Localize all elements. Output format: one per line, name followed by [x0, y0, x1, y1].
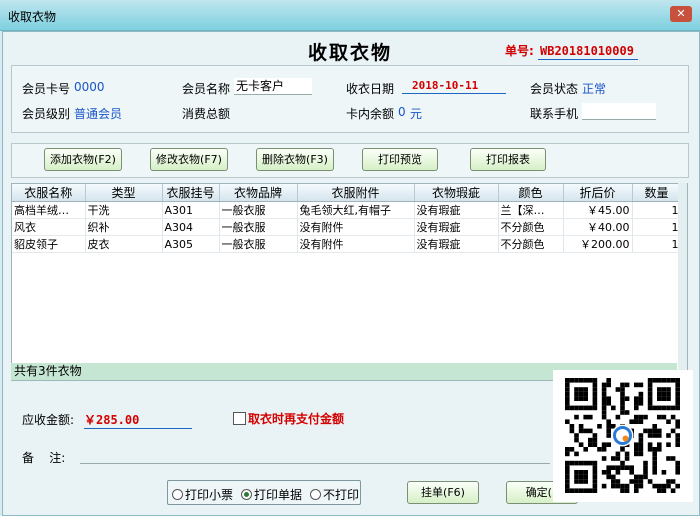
radio-selected-icon — [241, 489, 252, 500]
column-header[interactable]: 折后价 — [563, 184, 633, 202]
table-row[interactable]: 风衣 织补 A304 一般衣服 没有附件 没有瑕疵 不分颜色 ￥40.00 1 — [12, 218, 678, 236]
balance-value: 0 — [398, 105, 406, 119]
pickup-date-label: 收衣日期 — [346, 82, 395, 96]
table-body: 高档羊绒… 干洗 A301 一般衣服 兔毛领大红,有帽子 没有瑕疵 兰【深… ￥45.00 1 风… — [12, 201, 678, 253]
member-info-panel — [11, 65, 689, 133]
table-cell: 兰【深… — [498, 201, 564, 219]
amount-value: ￥285.00 — [84, 411, 192, 429]
member-name-label: 会员名称 — [182, 82, 231, 96]
table-row[interactable]: 貂皮领子 皮衣 A305 一般衣服 没有附件 没有瑕疵 不分颜色 ￥200.00 1 — [12, 235, 678, 253]
table-cell: A301 — [162, 201, 220, 219]
table-cell: 没有附件 — [297, 218, 415, 236]
table-cell: 皮衣 — [85, 235, 163, 253]
table-cell: 一般衣服 — [219, 235, 298, 253]
column-header[interactable]: 衣服挂号 — [162, 184, 220, 202]
table-cell: 不分颜色 — [498, 235, 564, 253]
member-status-label: 会员状态 — [530, 82, 579, 96]
balance-unit: 元 — [410, 107, 423, 121]
radio-label: 不打印 — [323, 488, 360, 502]
radio-icon — [310, 489, 321, 500]
add-item-button[interactable]: 添加衣物(F2) — [44, 148, 122, 171]
column-header[interactable]: 衣物品牌 — [219, 184, 298, 202]
hang-order-button[interactable]: 挂单(F6) — [407, 481, 479, 504]
table-cell: 兔毛领大红,有帽子 — [297, 201, 415, 219]
table-cell: 风衣 — [12, 218, 86, 236]
member-name-field[interactable]: 无卡客户 — [234, 78, 312, 95]
pay-on-pickup-label[interactable]: 取衣时再支付金额 — [248, 410, 344, 427]
table-cell: 一般衣服 — [219, 218, 298, 236]
clothes-table[interactable]: 衣服名称 类型 衣服挂号 衣物品牌 衣服附件 衣物瑕疵 颜色 折后价 数量 高档羊绒… 干洗 A30… — [11, 183, 679, 381]
phone-field[interactable] — [582, 103, 656, 120]
radio-label: 打印单据 — [254, 488, 303, 502]
summary-text: 共有3件衣物 — [14, 364, 82, 378]
radio-icon — [172, 489, 183, 500]
member-level-value: 普通会员 — [74, 107, 123, 121]
table-cell: 没有瑕疵 — [414, 235, 499, 253]
radio-print-document[interactable]: 打印单据 — [241, 486, 302, 503]
note-input[interactable] — [80, 463, 550, 464]
pay-on-pickup-checkbox[interactable] — [233, 412, 246, 425]
amount-label: 应收金额: — [22, 413, 75, 427]
order-label: 单号: — [505, 44, 534, 58]
table-cell: 没有附件 — [297, 235, 415, 253]
qr-code-icon — [565, 378, 680, 493]
order-value: WB20181010009 — [538, 44, 638, 60]
window-title: 收取衣物 — [8, 10, 57, 24]
table-cell: 1 — [632, 218, 678, 236]
table-cell: A304 — [162, 218, 220, 236]
print-report-button[interactable]: 打印报表 — [470, 148, 546, 171]
table-cell: 织补 — [85, 218, 163, 236]
table-cell: 没有瑕疵 — [414, 201, 499, 219]
radio-label: 打印小票 — [185, 488, 234, 502]
column-header[interactable]: 颜色 — [498, 184, 564, 202]
table-cell: 高档羊绒… — [12, 201, 86, 219]
member-level-label: 会员级别 — [22, 107, 71, 121]
table-cell: 一般衣服 — [219, 201, 298, 219]
delete-item-button[interactable]: 删除衣物(F3) — [256, 148, 334, 171]
title-bar: 收取衣物 ✕ — [0, 0, 700, 31]
vertical-scrollbar[interactable] — [678, 183, 688, 379]
member-status-value: 正常 — [582, 82, 607, 96]
table-cell: ￥45.00 — [563, 201, 633, 219]
table-cell: ￥200.00 — [563, 235, 633, 253]
table-cell: 1 — [632, 201, 678, 219]
table-header: 衣服名称 类型 衣服挂号 衣物品牌 衣服附件 衣物瑕疵 颜色 折后价 数量 — [12, 184, 678, 202]
table-cell: 1 — [632, 235, 678, 253]
note-label: 备 注: — [22, 451, 66, 465]
qr-code — [553, 370, 693, 502]
table-cell: 不分颜色 — [498, 218, 564, 236]
table-cell: 干洗 — [85, 201, 163, 219]
table-cell: 没有瑕疵 — [414, 218, 499, 236]
column-header[interactable]: 衣服名称 — [12, 184, 86, 202]
column-header[interactable]: 类型 — [85, 184, 163, 202]
print-preview-button[interactable]: 打印预览 — [362, 148, 438, 171]
phone-label: 联系手机 — [530, 107, 579, 121]
edit-item-button[interactable]: 修改衣物(F7) — [150, 148, 228, 171]
radio-print-receipt[interactable]: 打印小票 — [172, 486, 233, 503]
close-icon[interactable]: ✕ — [670, 6, 692, 22]
column-header[interactable]: 数量 — [632, 184, 678, 202]
table-cell: ￥40.00 — [563, 218, 633, 236]
column-header[interactable]: 衣物瑕疵 — [414, 184, 499, 202]
table-cell: 貂皮领子 — [12, 235, 86, 253]
table-cell: A305 — [162, 235, 220, 253]
radio-no-print[interactable]: 不打印 — [310, 486, 359, 503]
order-number: 单号: WB20181010009 — [505, 42, 638, 60]
column-header[interactable]: 衣服附件 — [297, 184, 415, 202]
table-row[interactable]: 高档羊绒… 干洗 A301 一般衣服 兔毛领大红,有帽子 没有瑕疵 兰【深… ￥45.00 1 — [12, 201, 678, 219]
pickup-date-field[interactable]: 2018-10-11 — [402, 78, 506, 94]
total-spent-label: 消费总额 — [182, 107, 231, 121]
card-no-label: 会员卡号 — [22, 82, 71, 96]
amount-row: 应收金额: ￥285.00 — [22, 411, 192, 429]
card-no-value: 0000 — [74, 80, 105, 94]
balance-label: 卡内余额 — [346, 107, 395, 121]
